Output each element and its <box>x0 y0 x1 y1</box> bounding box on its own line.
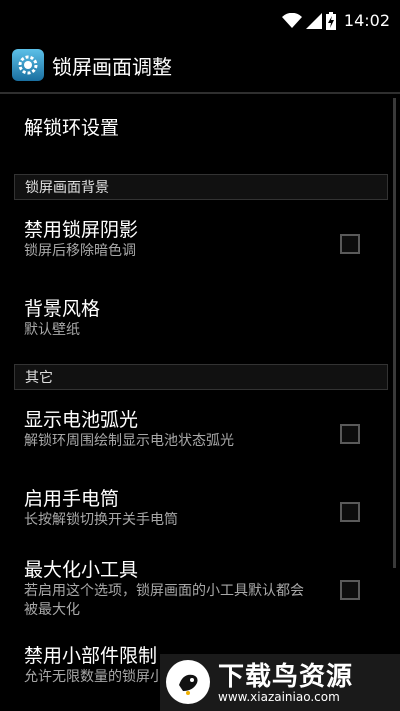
disable-shadow-checkbox[interactable] <box>340 234 360 254</box>
maximize-widgets-checkbox[interactable] <box>340 580 360 600</box>
pref-title: 最大化小工具 <box>24 559 139 581</box>
pref-title: 解锁环设置 <box>24 117 120 139</box>
battery-charging-icon <box>325 11 336 30</box>
settings-gear-icon[interactable] <box>12 49 44 81</box>
enable-flashlight-checkbox[interactable] <box>340 502 360 522</box>
watermark: 下载鸟资源 www.xiazainiao.com <box>160 654 400 711</box>
bird-logo-icon <box>166 660 210 704</box>
page-title: 锁屏画面调整 <box>52 55 172 79</box>
signal-icon <box>305 12 322 29</box>
category-other: 其它 <box>14 364 388 390</box>
pref-title: 背景风格 <box>24 298 101 320</box>
show-battery-arc-checkbox[interactable] <box>340 424 360 444</box>
category-lockscreen-background: 锁屏画面背景 <box>14 174 388 200</box>
watermark-url: www.xiazainiao.com <box>218 690 340 704</box>
pref-unlock-ring[interactable]: 解锁环设置 <box>0 116 119 140</box>
wifi-icon <box>281 12 302 28</box>
action-bar: 锁屏画面调整 <box>0 38 400 94</box>
scrollbar[interactable] <box>393 98 396 568</box>
watermark-title: 下载鸟资源 <box>218 662 354 692</box>
pref-summary: 若启用这个选项，锁屏画面的小工具默认都会被最大化 <box>24 583 304 618</box>
status-time: 14:02 <box>343 11 390 30</box>
pref-summary: 默认壁纸 <box>24 322 80 338</box>
status-bar: 14:02 <box>0 0 400 38</box>
category-label: 其它 <box>25 370 53 386</box>
pref-maximize-widgets[interactable]: 最大化小工具 若启用这个选项，锁屏画面的小工具默认都会被最大化 <box>0 558 314 620</box>
pref-background-style[interactable]: 背景风格 默认壁纸 <box>0 297 100 340</box>
category-label: 锁屏画面背景 <box>25 180 109 196</box>
